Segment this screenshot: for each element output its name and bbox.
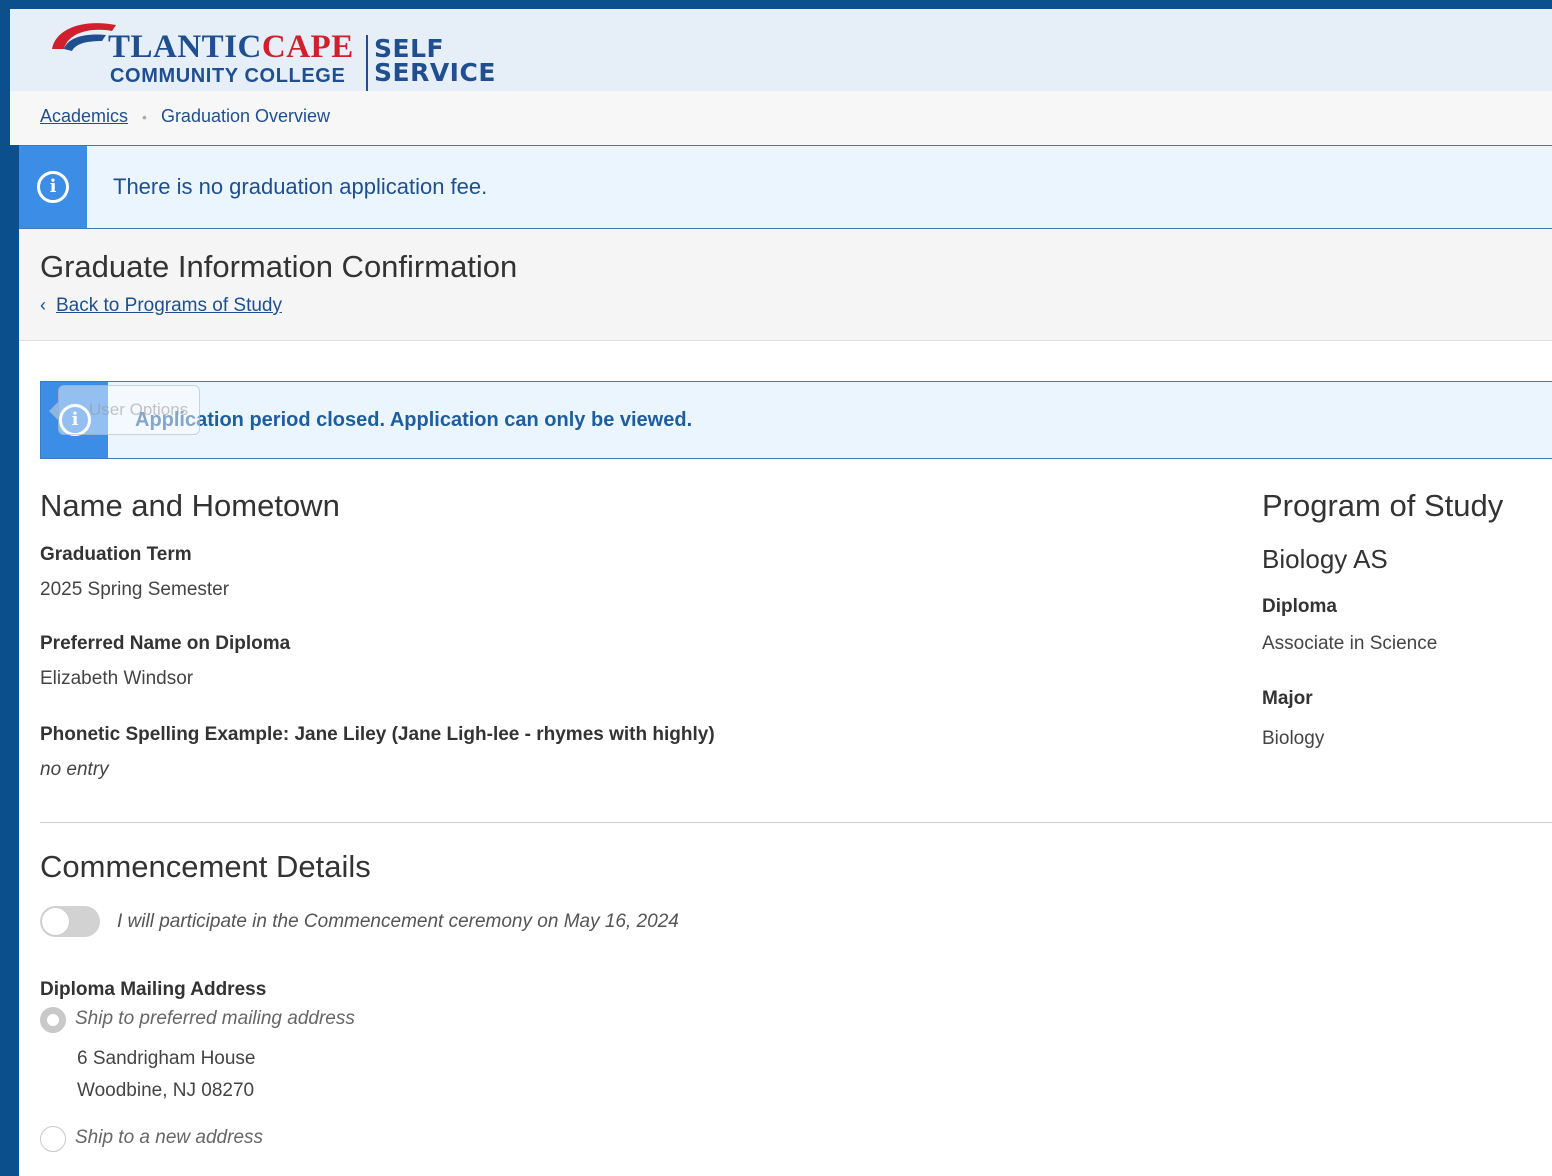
breadcrumb-current: Graduation Overview [160, 106, 331, 126]
logo-divider [366, 35, 368, 93]
program-of-study-heading: Program of Study [1262, 488, 1504, 523]
ship-new-address-label[interactable]: Ship to a new address [75, 1127, 263, 1149]
commencement-participation-label: I will participate in the Commencement c… [117, 911, 679, 932]
application-closed-alert: i Application period closed. Application… [40, 381, 1552, 459]
preferred-name-label: Preferred Name on Diploma [40, 633, 291, 654]
window-frame-left [0, 0, 19, 1176]
ship-preferred-address-label[interactable]: Ship to preferred mailing address [75, 1008, 355, 1030]
phonetic-spelling-label: Phonetic Spelling Example: Jane Liley (J… [40, 724, 715, 745]
page-title-bar: Graduate Information Confirmation ‹ Back … [19, 229, 1552, 341]
logo-atlantic-text: TLANTIC [108, 29, 262, 65]
graduation-term-label: Graduation Term [40, 544, 192, 565]
college-logo[interactable]: TLANTICCAPE COMMUNITY COLLEGE SELF SERVI… [46, 15, 506, 93]
info-circle-icon: i [37, 171, 69, 203]
logo-community-college: COMMUNITY COLLEGE [110, 65, 346, 87]
section-divider [40, 822, 1552, 823]
major-label: Major [1262, 688, 1313, 709]
application-closed-message: Application period closed. Application c… [135, 409, 693, 431]
major-value: Biology [1262, 728, 1325, 749]
diploma-mailing-address-label: Diploma Mailing Address [40, 979, 267, 1000]
program-name: Biology AS [1262, 544, 1388, 574]
name-hometown-heading: Name and Hometown [40, 488, 340, 523]
phonetic-spelling-value: no entry [40, 759, 109, 780]
address-line-2: Woodbine, NJ 08270 [77, 1080, 255, 1101]
site-header: TLANTICCAPE COMMUNITY COLLEGE SELF SERVI… [10, 9, 1552, 93]
fee-alert-message: There is no graduation application fee. [113, 174, 488, 199]
page-title: Graduate Information Confirmation [40, 249, 518, 284]
breadcrumb: Academics • Graduation Overview [40, 106, 330, 127]
breadcrumb-separator: • [142, 109, 147, 125]
logo-cape-text: CAPE [261, 29, 354, 65]
ship-new-address-radio[interactable] [40, 1126, 66, 1152]
back-link-label: Back to Programs of Study [56, 295, 282, 316]
logo-service-text: SERVICE [374, 58, 496, 87]
address-line-1: 6 Sandrigham House [77, 1048, 256, 1069]
user-options-button[interactable]: User Options [58, 385, 200, 435]
commencement-heading: Commencement Details [40, 849, 371, 884]
logo-wordmark: TLANTICCAPE [108, 29, 354, 66]
chevron-left-icon: ‹ [40, 295, 46, 315]
fee-alert: i There is no graduation application fee… [19, 145, 1552, 229]
ship-preferred-address-radio[interactable] [40, 1007, 66, 1033]
graduation-term-value: 2025 Spring Semester [40, 579, 230, 600]
breadcrumb-academics-link[interactable]: Academics [40, 106, 128, 126]
window-frame-left-upper [0, 0, 10, 160]
preferred-name-value: Elizabeth Windsor [40, 668, 194, 689]
back-to-programs-link[interactable]: ‹ Back to Programs of Study [40, 295, 282, 317]
window-frame-top [0, 0, 1552, 9]
breadcrumb-bar: Academics • Graduation Overview [10, 91, 1552, 145]
alert-icon-column: i [19, 146, 87, 228]
toggle-knob [41, 907, 70, 936]
diploma-label: Diploma [1262, 596, 1337, 617]
commencement-participation-toggle[interactable] [40, 906, 100, 937]
diploma-value: Associate in Science [1262, 633, 1438, 654]
logo-self-service: SELF SERVICE [374, 36, 496, 87]
user-options-tooltip-arrow [49, 402, 58, 420]
